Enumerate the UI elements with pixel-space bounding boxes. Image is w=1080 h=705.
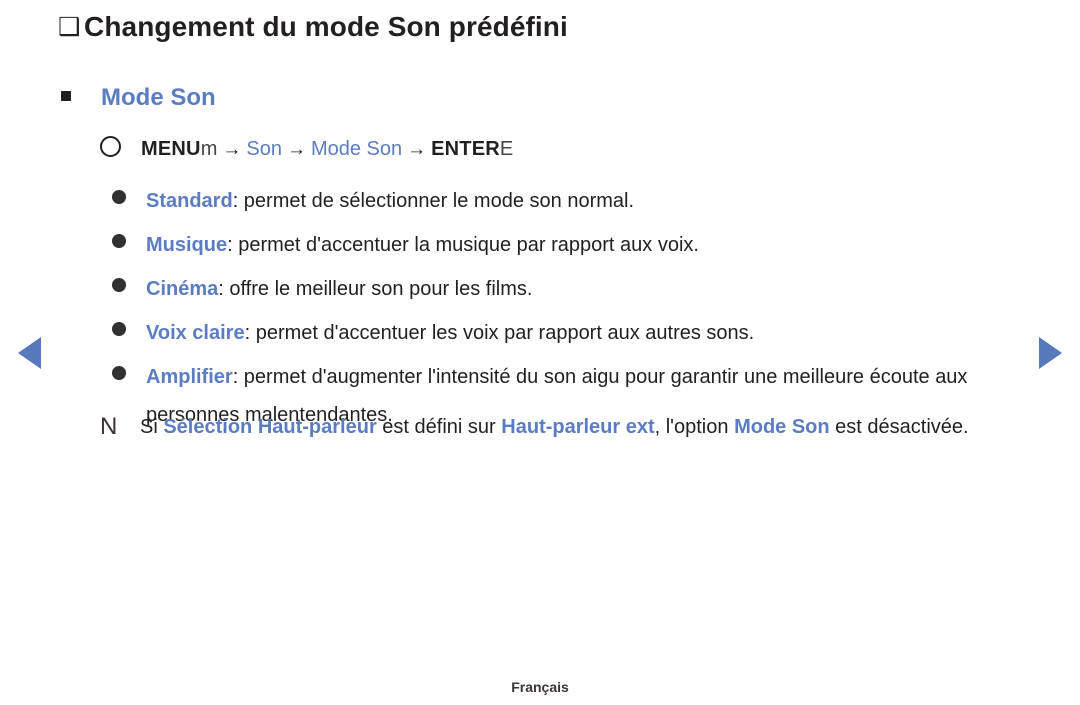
path-arrow-1: → (222, 139, 242, 160)
path-arrow-2: → (286, 139, 306, 160)
path-step-son: Son (246, 138, 282, 160)
note-block: N Si Sélection Haut-parleur est défini s… (100, 410, 1010, 444)
hollow-square-icon: ❑ (58, 13, 81, 41)
list-item: Musique: permet d'accentuer la musique p… (112, 226, 1012, 264)
section-heading-row: Mode Son (61, 84, 216, 112)
enter-key-label: ENTER (431, 138, 500, 160)
round-bullet-icon (112, 234, 126, 248)
path-arrow-3: → (407, 139, 427, 160)
option-text: Musique: permet d'accentuer la musique p… (146, 226, 699, 264)
menu-key-label: MENU (141, 138, 201, 160)
note-highlight-speaker-select: Sélection Haut-parleur (163, 416, 377, 438)
section-heading: Mode Son (101, 84, 216, 111)
note-part-3: , l'option (654, 416, 735, 438)
round-bullet-icon (112, 278, 126, 292)
note-part-1: Si (140, 416, 164, 438)
list-item: Standard: permet de sélectionner le mode… (112, 182, 1012, 220)
round-bullet-icon (112, 322, 126, 336)
option-name: Voix claire (146, 322, 245, 344)
note-part-4: est désactivée. (829, 416, 969, 438)
manual-page: ❑ Changement du mode Son prédéfini Mode … (0, 0, 1080, 705)
round-bullet-icon (112, 366, 126, 380)
option-description: : permet d'accentuer la musique par rapp… (227, 234, 699, 256)
note-text: Si Sélection Haut-parleur est défini sur… (140, 410, 969, 444)
option-text: Cinéma: offre le meilleur son pour les f… (146, 270, 532, 308)
page-title: Changement du mode Son prédéfini (84, 11, 568, 42)
list-item: Voix claire: permet d'accentuer les voix… (112, 314, 1012, 352)
enter-key-glyph: E (499, 138, 514, 160)
option-text: Voix claire: permet d'accentuer les voix… (146, 314, 754, 352)
filled-square-icon (61, 91, 71, 101)
menu-path-sequence: MENUm → Son → Mode Son → ENTERE (141, 138, 513, 161)
footer-language-label: Français (511, 679, 569, 695)
previous-page-arrow-icon[interactable] (18, 337, 41, 369)
option-text: Standard: permet de sélectionner le mode… (146, 182, 634, 220)
option-name: Cinéma (146, 278, 219, 300)
option-description: : permet d'accentuer les voix par rappor… (244, 322, 755, 344)
menu-key-glyph: m (200, 138, 218, 160)
option-name: Amplifier (146, 366, 233, 388)
note-icon: N (100, 413, 118, 440)
note-part-2: est défini sur (376, 416, 502, 438)
path-step-mode-son: Mode Son (310, 138, 403, 160)
next-page-arrow-icon[interactable] (1039, 337, 1062, 369)
option-description: : permet de sélectionner le mode son nor… (232, 190, 635, 212)
hollow-circle-icon (100, 136, 121, 157)
sound-mode-option-list: Standard: permet de sélectionner le mode… (112, 182, 1012, 440)
menu-path: MENUm → Son → Mode Son → ENTERE (100, 134, 513, 161)
page-title-row: ❑ Changement du mode Son prédéfini (58, 11, 568, 43)
note-highlight-mode-son: Mode Son (734, 416, 830, 438)
option-name: Standard (146, 190, 233, 212)
option-description: : offre le meilleur son pour les films. (218, 278, 533, 300)
list-item: Cinéma: offre le meilleur son pour les f… (112, 270, 1012, 308)
note-highlight-external-speaker: Haut-parleur ext (501, 416, 655, 438)
round-bullet-icon (112, 190, 126, 204)
option-name: Musique (146, 234, 228, 256)
